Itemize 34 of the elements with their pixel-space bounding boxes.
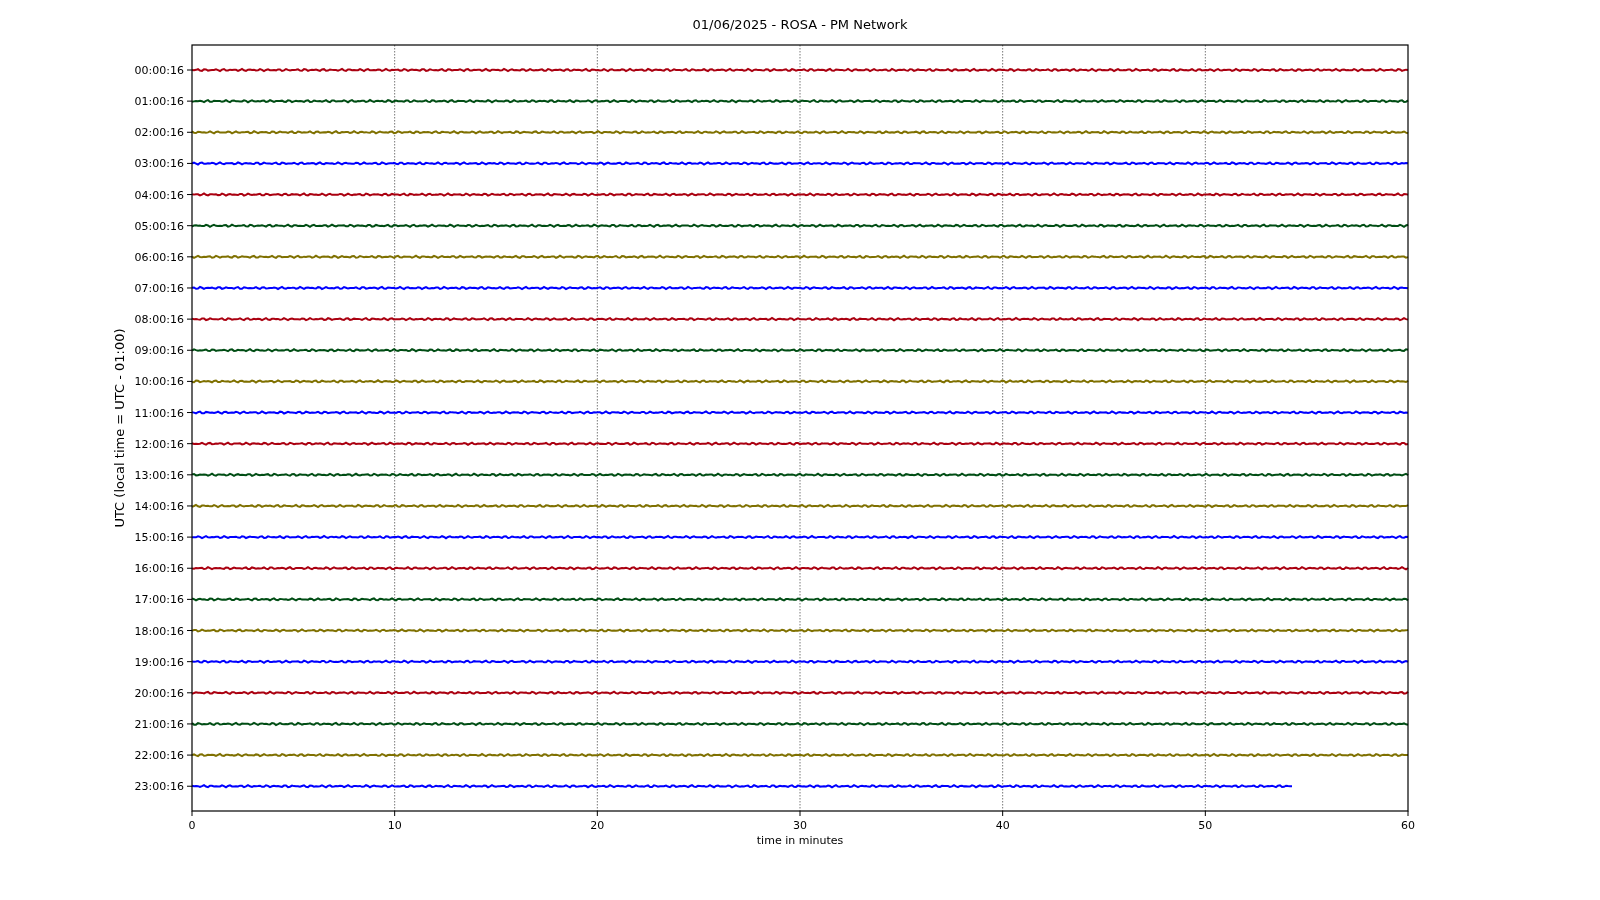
x-tick-label: 0 bbox=[188, 819, 196, 832]
chart-title: 01/06/2025 - ROSA - PM Network bbox=[692, 17, 908, 32]
y-tick-label: 21:00:16 bbox=[134, 717, 184, 731]
x-tick-label: 60 bbox=[1401, 819, 1415, 832]
y-tick-label: 23:00:16 bbox=[134, 780, 184, 794]
y-tick-label: 19:00:16 bbox=[134, 655, 184, 669]
y-tick-label: 13:00:16 bbox=[134, 468, 184, 482]
y-tick-label: 07:00:16 bbox=[134, 282, 184, 295]
y-tick-label: 11:00:16 bbox=[134, 406, 184, 420]
x-tick-label: 20 bbox=[590, 819, 605, 832]
y-axis-label: UTC (local time = UTC - 01:00) bbox=[112, 328, 127, 528]
y-tick-label: 18:00:16 bbox=[134, 624, 184, 638]
y-tick-label: 10:00:16 bbox=[134, 375, 184, 389]
y-tick-label: 00:00:16 bbox=[134, 64, 184, 77]
y-tick-label: 17:00:16 bbox=[134, 593, 184, 607]
x-tick-label: 10 bbox=[387, 819, 402, 832]
y-tick-label: 16:00:16 bbox=[134, 562, 184, 576]
y-tick-label: 20:00:16 bbox=[134, 686, 184, 700]
x-tick-label: 30 bbox=[793, 819, 807, 832]
y-tick-label: 06:00:16 bbox=[134, 250, 184, 264]
y-tick-label: 09:00:16 bbox=[134, 344, 184, 358]
x-tick-label: 40 bbox=[995, 819, 1010, 832]
y-tick-label: 15:00:16 bbox=[134, 531, 184, 545]
y-tick-label: 05:00:16 bbox=[134, 219, 184, 233]
y-tick-label: 01:00:16 bbox=[134, 95, 184, 109]
x-tick-label: 50 bbox=[1198, 819, 1213, 832]
y-tick-label: 03:00:16 bbox=[134, 157, 184, 171]
y-tick-label: 12:00:16 bbox=[134, 437, 184, 451]
y-tick-label: 08:00:16 bbox=[134, 313, 184, 327]
y-tick-label: 02:00:16 bbox=[134, 126, 184, 140]
y-tick-label: 22:00:16 bbox=[134, 749, 184, 763]
y-tick-label: 14:00:16 bbox=[134, 499, 184, 513]
x-axis-label: time in minutes bbox=[756, 834, 844, 847]
y-tick-label: 04:00:16 bbox=[134, 188, 184, 202]
